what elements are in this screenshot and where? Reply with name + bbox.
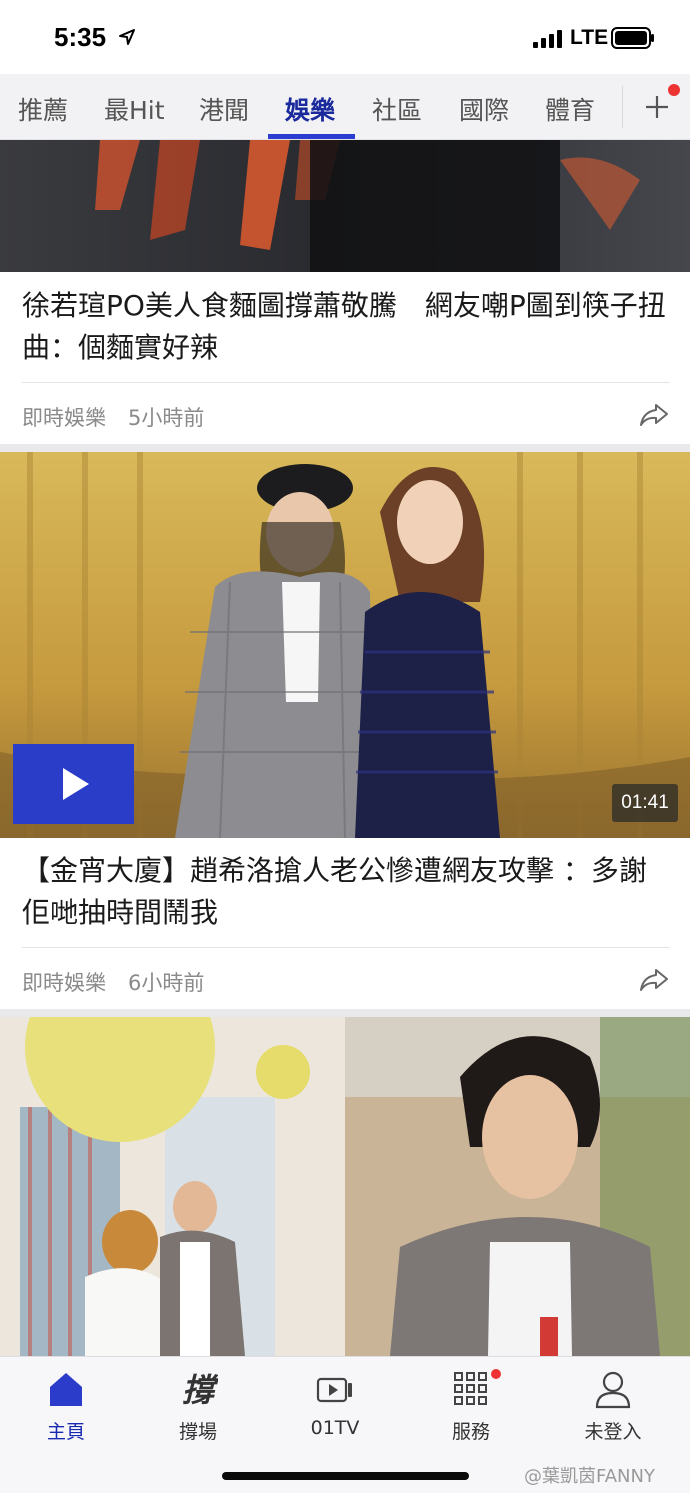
article-2-time: 6小時前	[128, 971, 205, 995]
services-notification-dot	[491, 1369, 501, 1379]
tab-local-news[interactable]: 港聞	[199, 91, 249, 127]
cellular-signal-icon	[533, 30, 562, 48]
battery-icon	[611, 27, 654, 49]
share-icon[interactable]	[638, 967, 670, 993]
tab-divider	[622, 86, 623, 128]
article-2-title[interactable]: 【金宵大廈】趙希洛搶人老公慘遭網友攻擊 ：多謝佢哋抽時間鬧我	[22, 850, 672, 934]
tab-recommended[interactable]: 推薦	[18, 91, 68, 127]
status-time: 5:35	[54, 22, 107, 52]
tab-community[interactable]: 社區	[372, 91, 422, 127]
location-arrow-icon	[119, 29, 135, 45]
nav-services[interactable]: 服務	[411, 1365, 531, 1445]
grid-icon	[454, 1372, 487, 1405]
video-duration: 01:41	[612, 784, 678, 822]
tab-hot[interactable]: 最Hit	[104, 91, 165, 127]
nav-label-account: 未登入	[584, 1421, 642, 1443]
network-type: LTE	[570, 26, 609, 49]
nav-account[interactable]: 未登入	[553, 1365, 673, 1445]
watermark: @葉凱茵FANNY	[524, 1466, 655, 1487]
article-1-source: 即時娛樂	[22, 406, 106, 430]
user-icon	[595, 1371, 631, 1409]
card-separator	[0, 1009, 690, 1017]
card-separator	[0, 444, 690, 452]
article-1-title[interactable]: 徐若瑄PO美人食麵圖撐蕭敬騰 網友嘲P圖到筷子扭曲：個麵實好辣	[22, 285, 672, 369]
share-icon[interactable]	[638, 402, 670, 428]
video-icon	[316, 1377, 352, 1403]
status-bar: 5:35 LTE	[0, 0, 690, 74]
home-icon	[50, 1373, 82, 1406]
tab-sports[interactable]: 體育	[545, 91, 595, 127]
nav-label-support: 撐場	[178, 1421, 217, 1443]
channel-tabs: 推薦 最Hit 港聞 娛樂 社區 國際 體育	[0, 74, 690, 140]
article-2-divider	[22, 947, 670, 948]
nav-home[interactable]: 主頁	[6, 1365, 126, 1445]
nav-01tv[interactable]: 01TV	[275, 1365, 395, 1445]
nav-label-01tv: 01TV	[310, 1417, 360, 1439]
active-tab-indicator	[268, 134, 355, 139]
support-icon: 撐	[182, 1371, 218, 1409]
plus-icon[interactable]	[640, 90, 674, 124]
play-icon[interactable]	[13, 744, 134, 824]
article-2-source: 即時娛樂	[22, 971, 106, 995]
tab-international[interactable]: 國際	[459, 91, 509, 127]
article-1-divider	[22, 382, 670, 383]
svg-text:撐: 撐	[182, 1371, 218, 1409]
nav-label-services: 服務	[451, 1421, 490, 1443]
article-3-image[interactable]	[0, 1017, 690, 1356]
nav-support[interactable]: 撐 撐場	[138, 1365, 258, 1445]
tab-entertainment[interactable]: 娛樂	[285, 91, 335, 127]
article-1-time: 5小時前	[128, 406, 205, 430]
nav-label-home: 主頁	[46, 1421, 85, 1443]
article-1-image[interactable]	[0, 140, 690, 272]
home-indicator[interactable]	[222, 1472, 469, 1480]
notification-dot	[668, 84, 680, 96]
